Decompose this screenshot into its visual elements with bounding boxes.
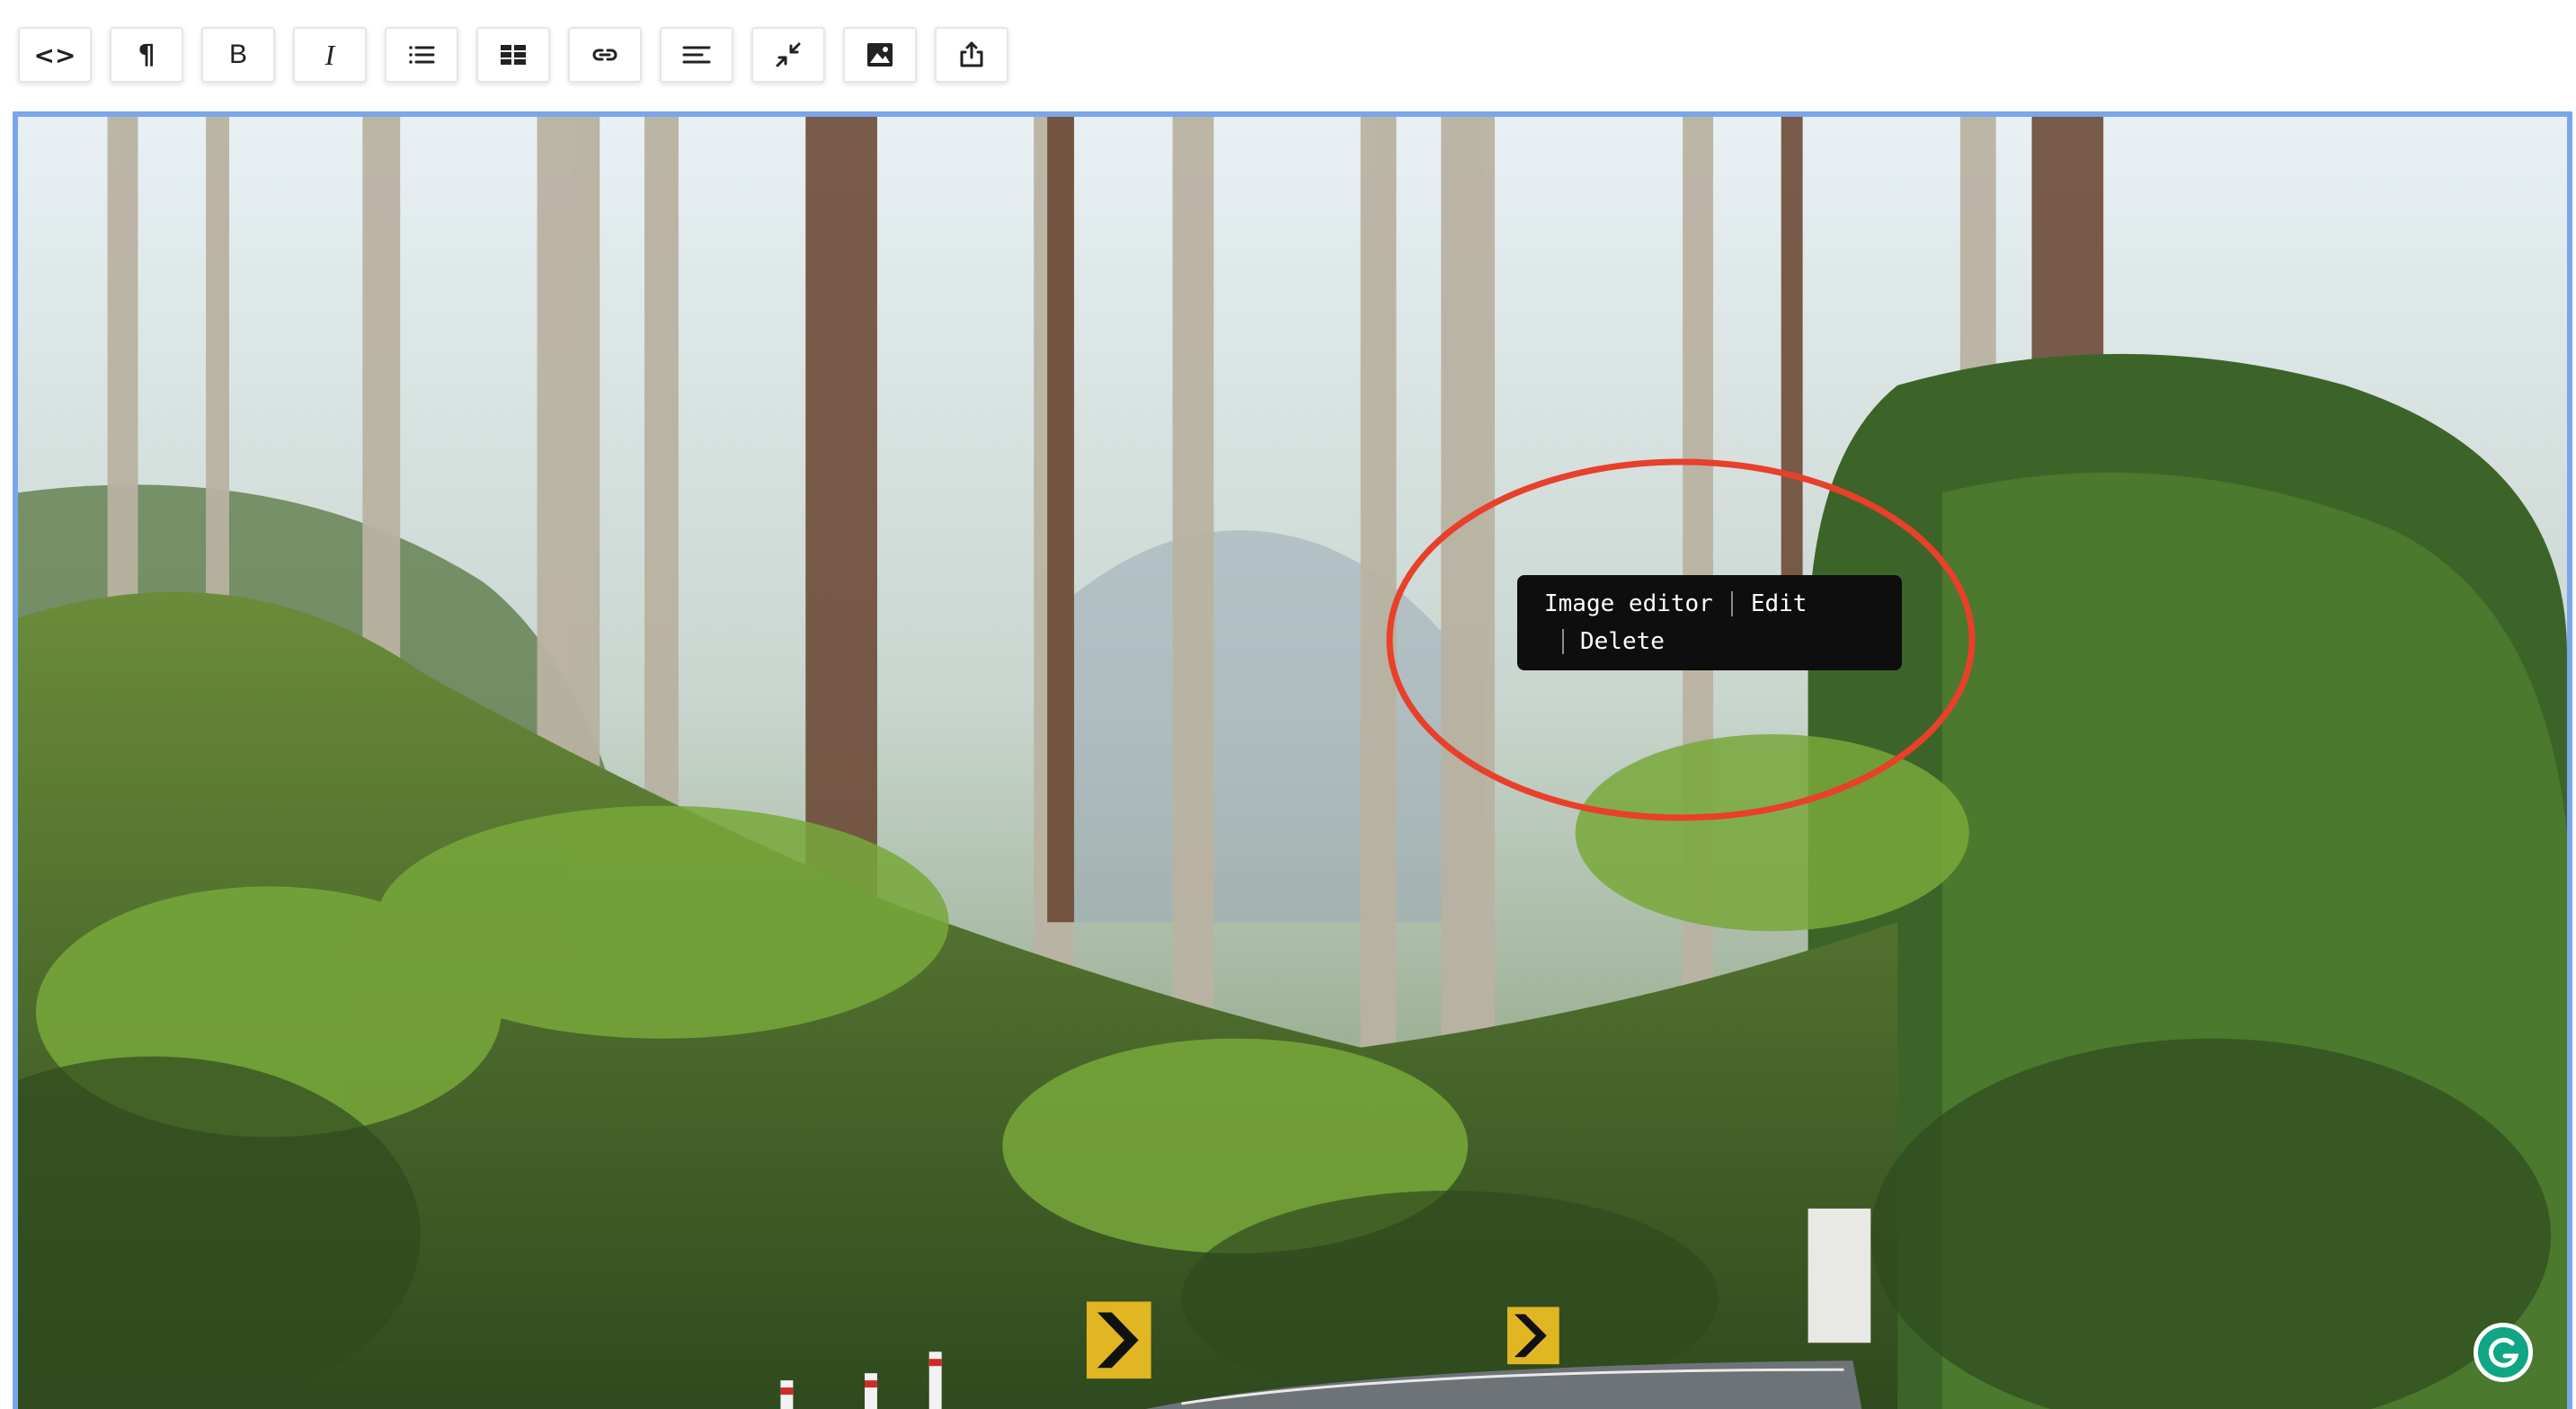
code-icon: <>	[33, 40, 76, 70]
export-button[interactable]	[935, 27, 1008, 83]
align-left-icon	[682, 46, 711, 64]
code-view-button[interactable]: <>	[18, 27, 92, 83]
menu-separator	[1730, 591, 1733, 616]
bold-icon: B	[228, 40, 247, 69]
list-button[interactable]	[385, 27, 458, 83]
table-button[interactable]	[476, 27, 550, 83]
grammarly-button[interactable]	[2474, 1323, 2533, 1382]
chevron-sign-right	[1506, 1307, 1559, 1365]
image-button[interactable]	[843, 27, 917, 83]
forest-road-photo[interactable]	[18, 117, 2567, 1409]
bold-button[interactable]: B	[201, 27, 275, 83]
italic-button[interactable]: I	[293, 27, 367, 83]
menu-separator	[1562, 629, 1564, 654]
table-icon	[501, 45, 526, 65]
chevron-sign-left	[1086, 1301, 1151, 1379]
image-icon	[867, 43, 893, 66]
image-context-toolbar: Image editor Edit Delete	[1517, 575, 1902, 670]
image-editor-button[interactable]: Image editor	[1544, 590, 1713, 617]
link-button[interactable]	[568, 27, 642, 83]
export-icon	[960, 41, 983, 67]
grammarly-icon	[2489, 1337, 2519, 1368]
collapse-button[interactable]	[751, 27, 825, 83]
paragraph-icon: ¶	[138, 39, 155, 71]
editor-content-area[interactable]: Image editor Edit Delete	[13, 111, 2572, 1409]
italic-icon: I	[324, 38, 335, 71]
collapse-icon	[776, 42, 801, 67]
delete-button[interactable]: Delete	[1580, 628, 1665, 655]
list-icon	[409, 46, 435, 64]
editor-toolbar: <> ¶ B I	[18, 27, 1008, 83]
link-icon	[592, 49, 617, 61]
edit-button[interactable]: Edit	[1751, 590, 1808, 617]
paragraph-button[interactable]: ¶	[110, 27, 183, 83]
align-button[interactable]	[660, 27, 733, 83]
